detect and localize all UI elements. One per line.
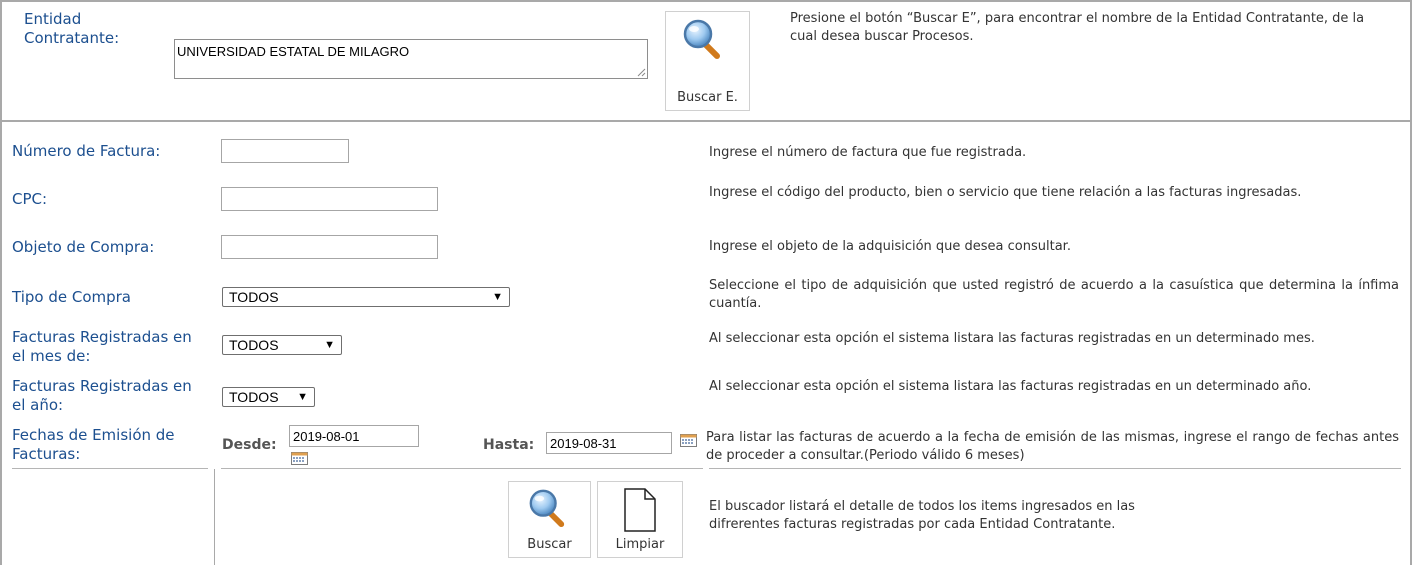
objeto-compra-label: Objeto de Compra: bbox=[12, 238, 155, 256]
resize-grip-icon[interactable] bbox=[636, 67, 646, 77]
fechas-label: Fechas de Emisión de Facturas: bbox=[12, 426, 175, 463]
dropdown-arrow-icon: ▼ bbox=[324, 339, 335, 351]
row-divider bbox=[12, 468, 208, 469]
objeto-compra-input[interactable] bbox=[221, 235, 438, 259]
magnifier-icon bbox=[529, 489, 565, 528]
column-divider bbox=[214, 469, 215, 565]
row-divider bbox=[221, 468, 703, 469]
numero-factura-help: Ingrese el número de factura que fue reg… bbox=[709, 145, 1027, 160]
entidad-label: Entidad Contratante: bbox=[24, 10, 120, 47]
entidad-help: Presione el botón “Buscar E”, para encon… bbox=[790, 11, 1365, 44]
buscar-button[interactable]: Buscar bbox=[508, 481, 591, 558]
cpc-label: CPC: bbox=[12, 190, 48, 208]
mes-select[interactable]: TODOS ▼ bbox=[222, 335, 342, 355]
objeto-compra-help: Ingrese el objeto de la adquisición que … bbox=[709, 239, 1071, 254]
fechas-help: Para listar las facturas de acuerdo a la… bbox=[706, 430, 1399, 463]
anio-selected: TODOS bbox=[229, 389, 279, 405]
anio-select[interactable]: TODOS ▼ bbox=[222, 387, 315, 407]
desde-label: Desde: bbox=[222, 437, 277, 453]
dropdown-arrow-icon: ▼ bbox=[492, 291, 503, 303]
entidad-field[interactable]: UNIVERSIDAD ESTATAL DE MILAGRO bbox=[174, 39, 648, 79]
blank-document-icon bbox=[624, 488, 656, 532]
calendar-icon[interactable] bbox=[291, 452, 308, 465]
magnifier-icon bbox=[683, 19, 720, 59]
mes-label: Facturas Registradas en el mes de: bbox=[12, 328, 192, 365]
cpc-help: Ingrese el código del producto, bien o s… bbox=[709, 185, 1302, 200]
hasta-input[interactable] bbox=[546, 432, 672, 454]
anio-label: Facturas Registradas en el año: bbox=[12, 377, 192, 414]
buscar-entidad-label: Buscar E. bbox=[677, 90, 738, 105]
calendar-icon[interactable] bbox=[680, 434, 697, 447]
tipo-compra-select[interactable]: TODOS ▼ bbox=[222, 287, 510, 307]
cpc-input[interactable] bbox=[221, 187, 438, 211]
actions-help: El buscador listará el detalle de todos … bbox=[709, 499, 1135, 532]
limpiar-button-label: Limpiar bbox=[615, 537, 665, 552]
tipo-compra-selected: TODOS bbox=[229, 289, 279, 305]
hasta-label: Hasta: bbox=[483, 437, 535, 453]
numero-factura-label: Número de Factura: bbox=[12, 142, 161, 160]
mes-selected: TODOS bbox=[229, 337, 279, 353]
tipo-compra-label: Tipo de Compra bbox=[12, 288, 131, 306]
numero-factura-input[interactable] bbox=[221, 139, 349, 163]
tipo-compra-help: Seleccione el tipo de adquisición que us… bbox=[709, 278, 1399, 311]
anio-help: Al seleccionar esta opción el sistema li… bbox=[709, 379, 1312, 394]
limpiar-button[interactable]: Limpiar bbox=[597, 481, 683, 558]
desde-input[interactable] bbox=[289, 425, 419, 447]
buscar-button-label: Buscar bbox=[527, 537, 572, 552]
buscar-entidad-button[interactable]: Buscar E. bbox=[665, 11, 750, 111]
mes-help: Al seleccionar esta opción el sistema li… bbox=[709, 331, 1315, 346]
row-divider bbox=[709, 468, 1401, 469]
dropdown-arrow-icon: ▼ bbox=[297, 391, 308, 403]
